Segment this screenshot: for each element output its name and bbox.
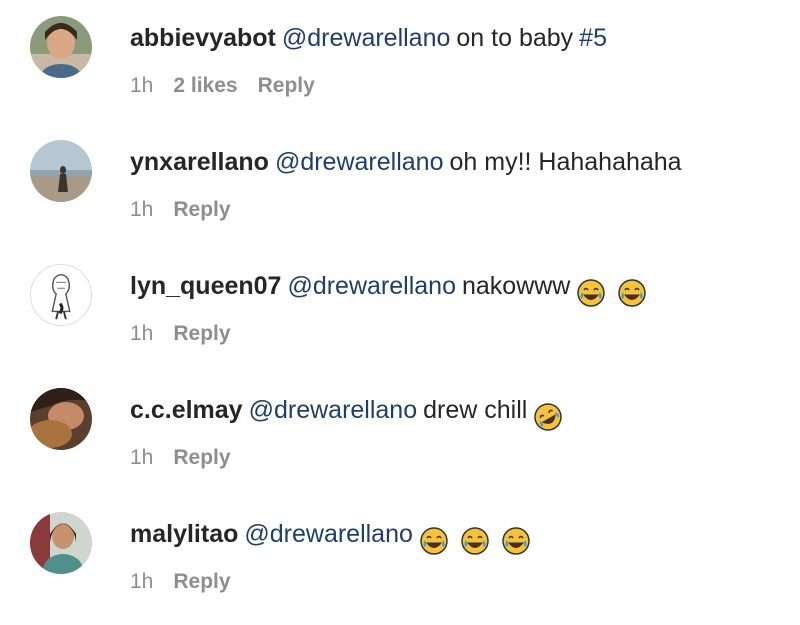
user-photo-avatar-icon — [30, 388, 92, 450]
comment-timestamp: 1h — [130, 74, 154, 97]
reply-button[interactable]: Reply — [173, 446, 230, 469]
comment-item: malylitao @drewarellano 1h Reply — [0, 496, 800, 620]
comment-username[interactable]: abbievyabot — [130, 24, 276, 52]
face-with-tears-of-joy-icon — [618, 279, 647, 308]
comment-body: ynxarellano @drewarellano oh my!! Hahahaha… — [130, 145, 682, 179]
avatar[interactable] — [30, 140, 92, 202]
comment-text: nakowww — [461, 272, 571, 300]
comment-text: oh my!! Hahahahaha — [449, 148, 682, 176]
reply-button[interactable]: Reply — [173, 570, 230, 593]
sketch-drawing-avatar-icon — [31, 265, 91, 325]
face-with-tears-of-joy-icon — [502, 527, 530, 556]
comment-timestamp: 1h — [130, 446, 154, 469]
avatar[interactable] — [30, 264, 92, 326]
comment-mention-link[interactable]: @drewarellano — [287, 272, 456, 300]
face-with-tears-of-joy-icon — [461, 527, 489, 556]
emoji-group — [419, 523, 535, 557]
comment-body: lyn_queen07 @drewarellano nakowww — [130, 269, 651, 309]
comment-timestamp: 1h — [130, 570, 154, 593]
comment-meta: 1h Reply — [130, 568, 251, 596]
comment-body: malylitao @drewarellano — [130, 517, 535, 557]
face-with-tears-of-joy-icon — [577, 279, 606, 308]
comment-mention-link[interactable]: @drewarellano — [249, 396, 418, 424]
comments-list: abbievyabot @drewarellano on to baby #5 1h 2… — [0, 0, 800, 625]
comment-body: c.c.elmay @drewarellano drew chill — [130, 393, 567, 433]
comment-timestamp: 1h — [130, 198, 154, 221]
reply-button[interactable]: Reply — [173, 198, 230, 221]
comment-mention-link[interactable]: @drewarellano — [282, 24, 451, 52]
comment-meta: 1h Reply — [130, 320, 251, 348]
comment-mention-link[interactable]: @drewarellano — [275, 148, 444, 176]
comment-meta: 1h Reply — [130, 196, 251, 224]
avatar[interactable] — [30, 388, 92, 450]
comment-meta: 1h 2 likes Reply — [130, 72, 335, 100]
comment-username[interactable]: lyn_queen07 — [130, 272, 281, 300]
emoji-group — [533, 399, 567, 433]
comment-timestamp: 1h — [130, 322, 154, 345]
reply-button[interactable]: Reply — [258, 74, 315, 97]
reply-button[interactable]: Reply — [173, 322, 230, 345]
comment-meta: 1h Reply — [130, 444, 251, 472]
comment-item: ynxarellano @drewarellano oh my!! Hahahaha… — [0, 124, 800, 248]
comment-hashtag-link[interactable]: #5 — [579, 24, 607, 52]
comment-mention-link[interactable]: @drewarellano — [244, 520, 413, 548]
comment-text: on to baby — [456, 24, 574, 52]
comment-username[interactable]: ynxarellano — [130, 148, 269, 176]
user-photo-avatar-icon — [30, 512, 92, 574]
user-photo-avatar-icon — [30, 16, 92, 78]
comment-body: abbievyabot @drewarellano on to baby #5 — [130, 21, 607, 55]
emoji-group — [576, 275, 651, 309]
face-with-tears-of-joy-icon — [420, 527, 448, 556]
comment-username[interactable]: malylitao — [130, 520, 238, 548]
avatar[interactable] — [30, 512, 92, 574]
avatar[interactable] — [30, 16, 92, 78]
comment-text: drew chill — [423, 396, 528, 424]
beach-photo-avatar-icon — [30, 140, 92, 202]
comment-item: lyn_queen07 @drewarellano nakowww 1h Reply — [0, 248, 800, 372]
comment-username[interactable]: c.c.elmay — [130, 396, 243, 424]
comment-item: c.c.elmay @drewarellano drew chill 1h Reply — [0, 372, 800, 496]
comment-likes-count[interactable]: 2 likes — [173, 74, 237, 97]
comment-item: abbievyabot @drewarellano on to baby #5 1h 2… — [0, 0, 800, 124]
rolling-on-floor-laughing-icon — [534, 403, 563, 432]
